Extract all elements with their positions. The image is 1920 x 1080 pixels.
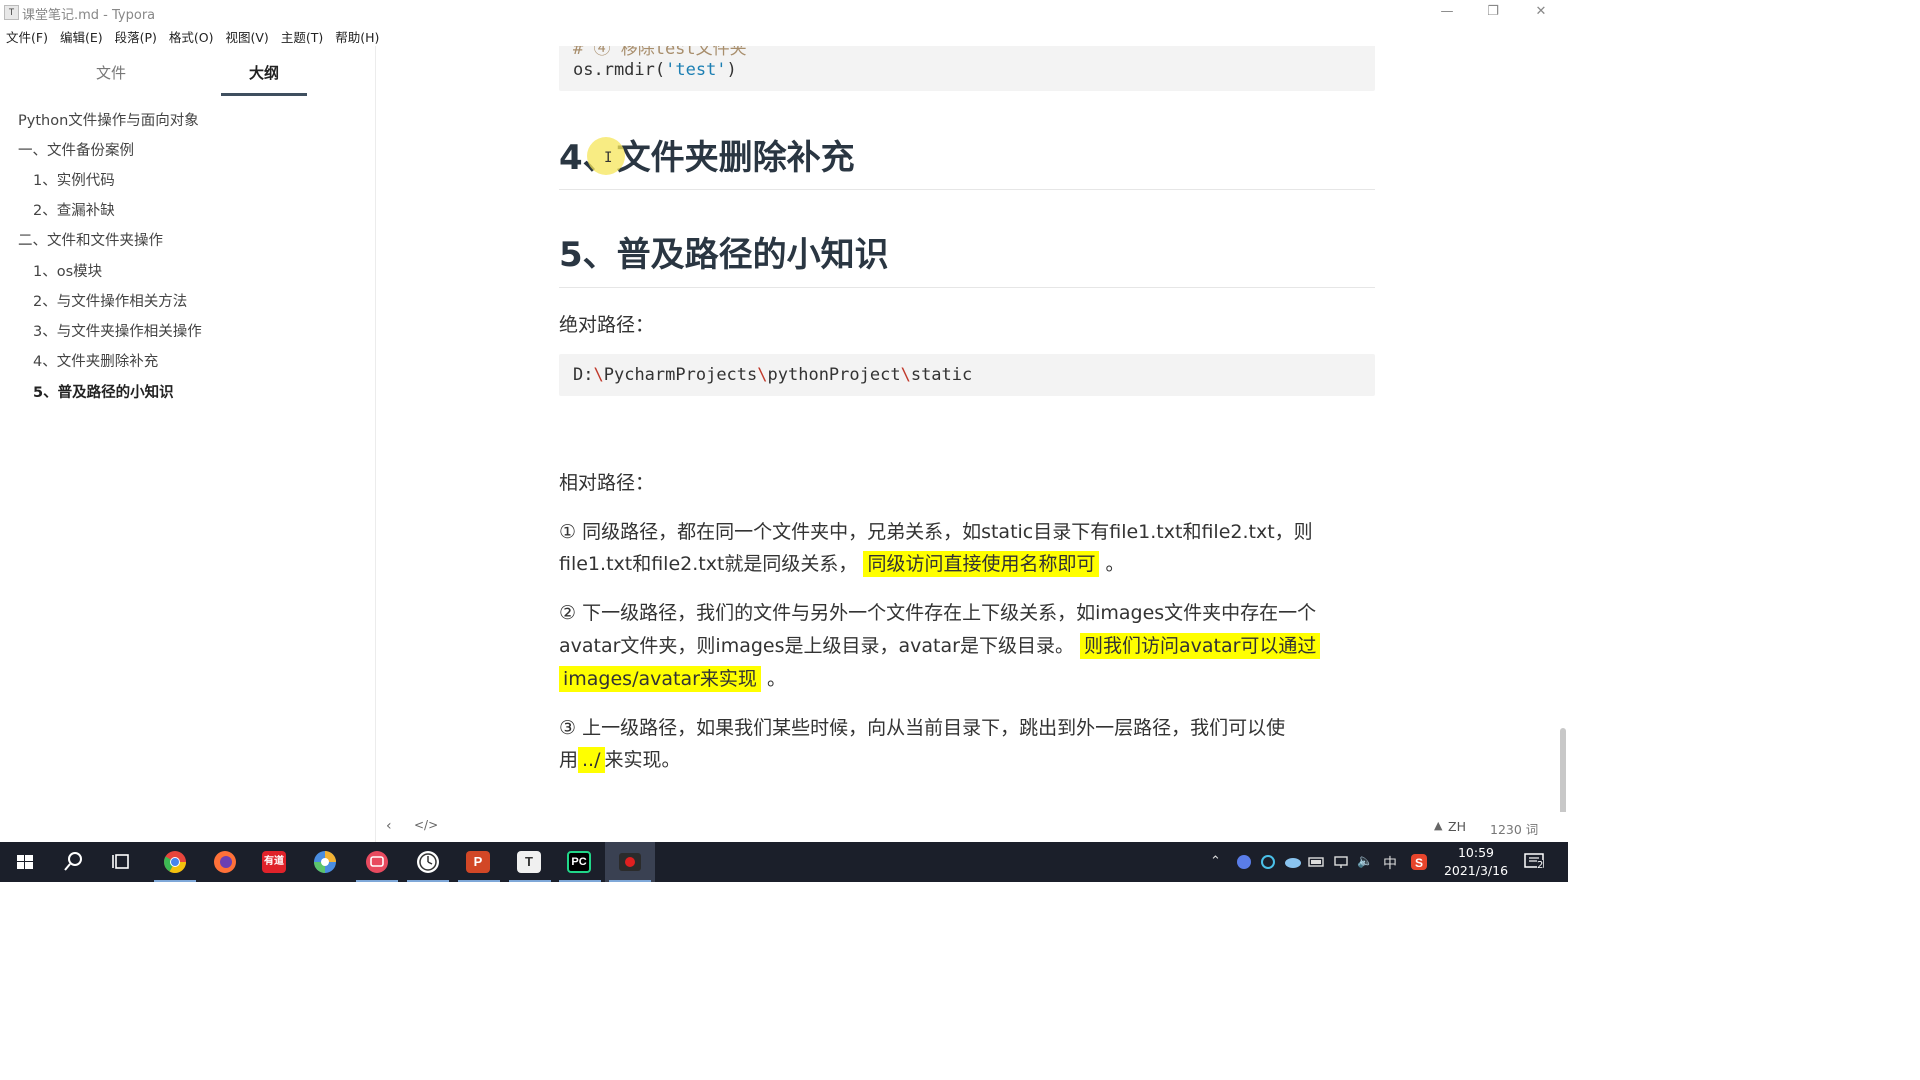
sogou-icon[interactable]: S: [1410, 853, 1428, 893]
minimize-icon[interactable]: —: [1424, 0, 1470, 24]
absolute-path-code: D:\PycharmProjects\pythonProject\static: [573, 365, 973, 385]
outline-item-folder-ops[interactable]: 3、与文件夹操作相关操作: [33, 320, 202, 341]
outline-item-title[interactable]: Python文件操作与面向对象: [18, 109, 199, 130]
close-icon[interactable]: ✕: [1518, 0, 1564, 24]
outline-item-fill-gaps[interactable]: 2、查漏补缺: [33, 199, 115, 220]
notification-icon[interactable]: 2: [1524, 852, 1546, 876]
word-count[interactable]: 1230 词: [1490, 819, 1538, 838]
outline-item-os-module[interactable]: 1、os模块: [33, 260, 102, 281]
notification-count: 2: [1537, 860, 1544, 871]
status-bar: ‹ </> ▲ ZH 1230 词: [376, 812, 1568, 842]
restore-icon[interactable]: ❐: [1470, 0, 1516, 24]
highlight-text: 则我们访问avatar可以通过: [1080, 633, 1321, 659]
firefox-icon[interactable]: [200, 842, 250, 882]
outline-item-file-methods[interactable]: 2、与文件操作相关方法: [33, 290, 187, 311]
typora-app-icon: T: [4, 5, 19, 20]
powerpoint-icon[interactable]: P: [454, 842, 504, 882]
tray-app-icon[interactable]: [1260, 854, 1276, 894]
ime-indicator[interactable]: 中: [1383, 853, 1397, 893]
start-icon[interactable]: [0, 842, 50, 882]
taskbar: 有道 P T PC ⌃ 🔈 中 S 10:59 2021/3/16 2: [0, 842, 1568, 882]
highlight-text: 同级访问直接使用名称即可: [863, 551, 1100, 577]
chrome-icon[interactable]: [150, 842, 200, 882]
sidebar: 文件 大纲 Python文件操作与面向对象 一、文件备份案例 1、实例代码 2、…: [0, 46, 376, 842]
language-indicator[interactable]: ZH: [1448, 819, 1466, 834]
item3-line2: 用 ../来实现。: [559, 747, 681, 773]
menu-format[interactable]: 格式(O): [163, 24, 220, 46]
menu-file[interactable]: 文件(F): [0, 24, 54, 46]
outline-item-path-knowledge[interactable]: 5、普及路径的小知识: [33, 381, 174, 402]
battery-icon[interactable]: [1308, 854, 1326, 894]
item1-line2: file1.txt和file2.txt就是同级关系， 同级访问直接使用名称即可 …: [559, 551, 1125, 577]
browser-icon[interactable]: [300, 842, 350, 882]
system-clock[interactable]: 10:59 2021/3/16: [1440, 844, 1512, 880]
item3-line1: ③ 上一级路径，如果我们某些时候，向从当前目录下，跳出到外一层路径，我们可以使: [559, 717, 1286, 739]
menu-bar: 文件(F) 编辑(E) 段落(P) 格式(O) 视图(V) 主题(T) 帮助(H…: [0, 24, 385, 46]
item2-line1: ② 下一级路径，我们的文件与另外一个文件存在上下级关系，如images文件夹中存…: [559, 602, 1317, 624]
clock-app-icon[interactable]: [403, 842, 453, 882]
item1-line1: ① 同级路径，都在同一个文件夹中，兄弟关系，如static目录下有file1.t…: [559, 521, 1313, 543]
heading-divider: [559, 189, 1375, 190]
typora-icon[interactable]: T: [505, 842, 555, 882]
recorder-icon[interactable]: [605, 842, 655, 882]
tab-files[interactable]: 文件: [68, 62, 154, 83]
menu-theme[interactable]: 主题(T): [275, 24, 329, 46]
code-block-rmdir[interactable]: # ④ 移除test文件夹 os.rmdir('test'): [559, 46, 1375, 91]
sidebar-tabs: 文件 大纲: [0, 46, 375, 98]
cloud-icon[interactable]: [1284, 854, 1302, 894]
item2-line2: avatar文件夹，则images是上级目录，avatar是下级目录。 则我们访…: [559, 631, 1321, 659]
tab-outline[interactable]: 大纲: [221, 62, 307, 83]
task-view-icon[interactable]: [98, 842, 148, 882]
tray-app-icon[interactable]: [1236, 854, 1252, 894]
heading-path-knowledge: 5、普及路径的小知识: [559, 235, 889, 275]
menu-edit[interactable]: 编辑(E): [54, 24, 109, 46]
menu-paragraph[interactable]: 段落(P): [109, 24, 163, 46]
relative-path-label: 相对路径：: [559, 472, 655, 494]
highlight-text: ../: [578, 747, 605, 773]
menu-help[interactable]: 帮助(H): [329, 24, 385, 46]
active-tab-indicator: [221, 93, 307, 96]
outline-item-folder-delete[interactable]: 4、文件夹删除补充: [33, 350, 158, 371]
code-line-rmdir: os.rmdir('test'): [573, 60, 737, 80]
network-icon[interactable]: [1333, 854, 1351, 894]
highlight-text: images/avatar来实现: [559, 666, 761, 692]
warning-icon: ▲: [1434, 819, 1443, 832]
code-icon[interactable]: </>: [414, 818, 438, 832]
outline-item-backup-case[interactable]: 一、文件备份案例: [18, 139, 134, 160]
editor-content[interactable]: # ④ 移除test文件夹 os.rmdir('test') 4、文件夹删除补充…: [376, 46, 1568, 842]
outline-item-example-code[interactable]: 1、实例代码: [33, 169, 115, 190]
code-comment: # ④ 移除test文件夹: [573, 46, 747, 59]
tray-expand-icon[interactable]: ⌃: [1210, 854, 1221, 894]
app-red-icon[interactable]: [352, 842, 402, 882]
youdao-icon[interactable]: 有道: [250, 842, 300, 882]
menu-view[interactable]: 视图(V): [220, 24, 275, 46]
item2-line3: images/avatar来实现 。: [559, 664, 786, 692]
absolute-path-label: 绝对路径：: [559, 314, 655, 336]
text-cursor-icon: I: [604, 150, 613, 166]
heading-divider: [559, 287, 1375, 288]
volume-icon[interactable]: 🔈: [1357, 854, 1373, 894]
window-title: 课堂笔记.md - Typora: [22, 8, 156, 23]
chevron-left-icon[interactable]: ‹: [386, 818, 392, 834]
svg-text:S: S: [1415, 856, 1423, 870]
outline-item-file-folder-ops[interactable]: 二、文件和文件夹操作: [18, 229, 163, 250]
scrollbar-thumb[interactable]: [1560, 728, 1566, 820]
pycharm-icon[interactable]: PC: [555, 842, 605, 882]
code-block-absolute-path[interactable]: D:\PycharmProjects\pythonProject\static: [559, 354, 1375, 396]
title-bar: T 课堂笔记.md - Typora — ❐ ✕: [0, 0, 1568, 24]
search-icon[interactable]: [48, 842, 98, 882]
